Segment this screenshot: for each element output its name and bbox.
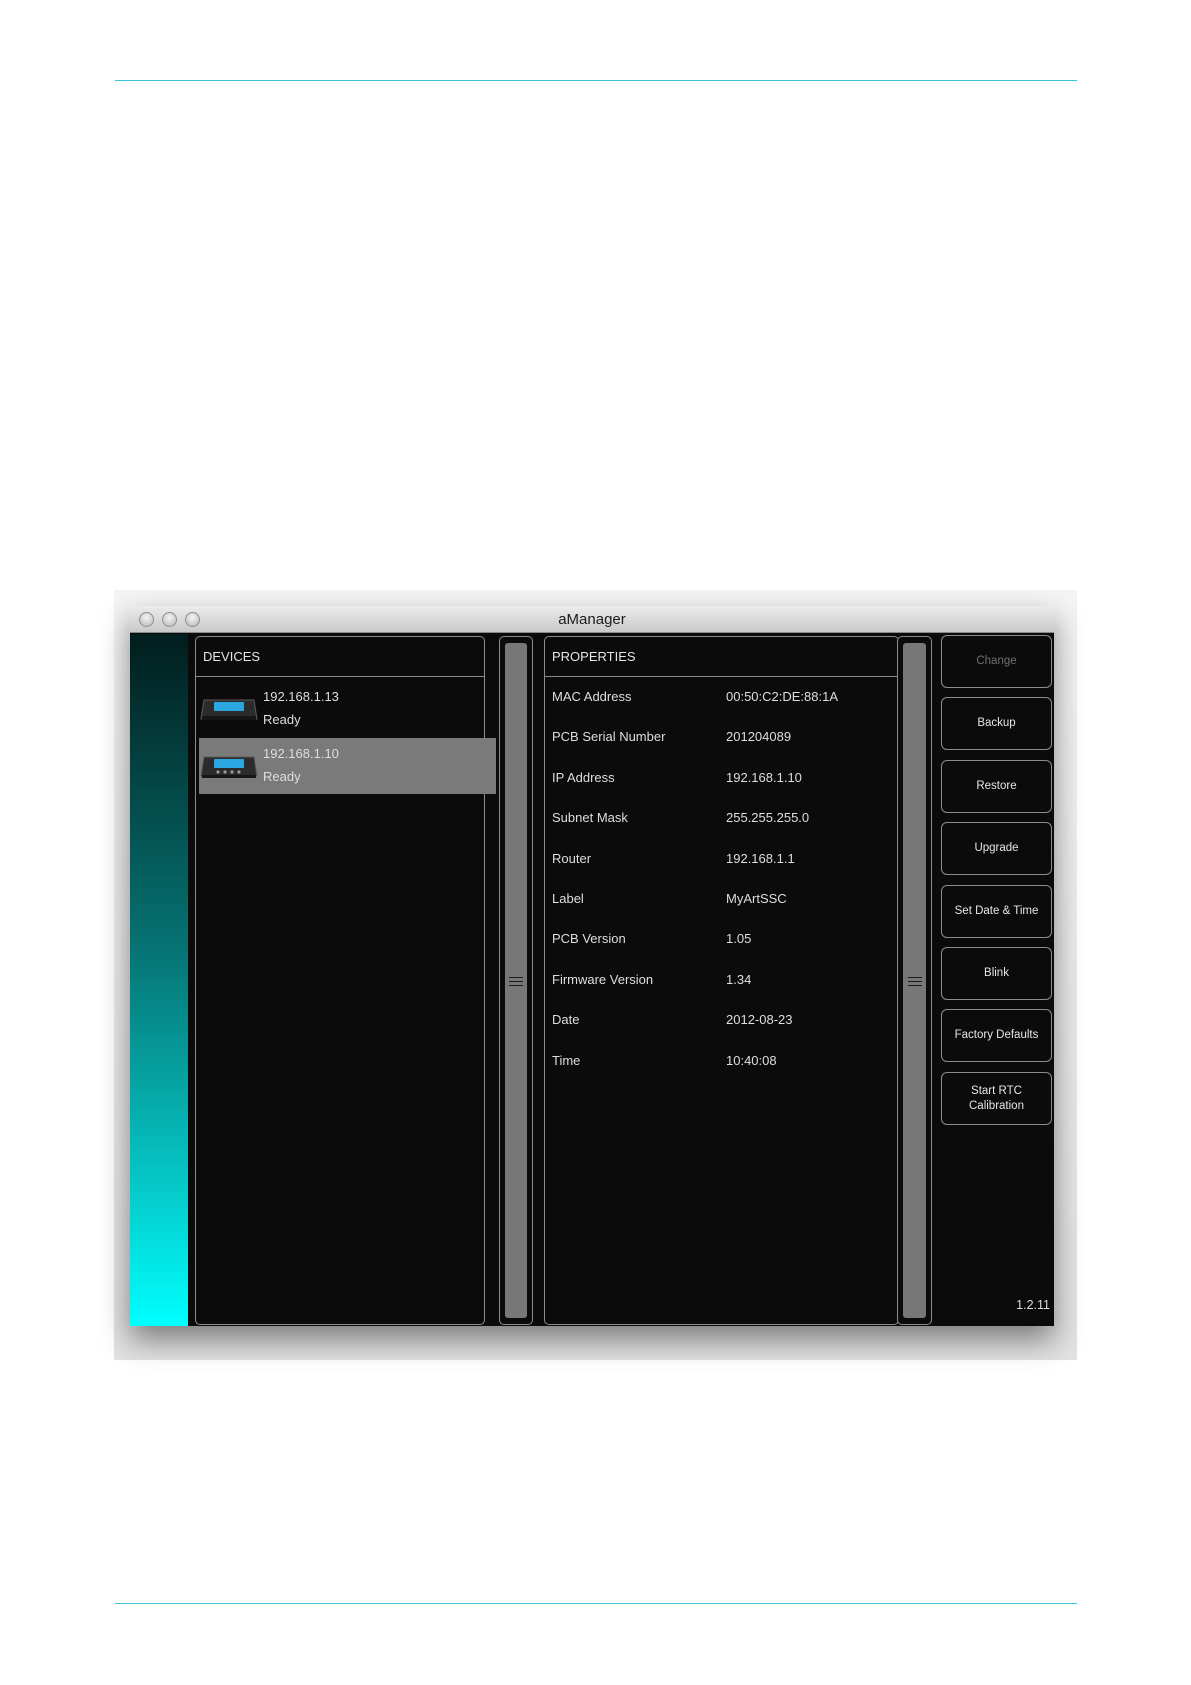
property-label: Time [552,1053,581,1068]
property-label: PCB Version [552,931,626,946]
backup-button[interactable]: Backup [941,697,1052,750]
property-value: 201204089 [726,729,792,744]
properties-scrollbar[interactable] [897,636,932,1325]
grip-handle-icon [509,976,523,986]
app-version: 1.2.11 [1016,1298,1050,1312]
device-icon [200,699,258,720]
property-label: Label [552,891,584,906]
property-label: Router [552,851,592,866]
devices-scrollbar[interactable] [499,636,533,1325]
device-ip: 192.168.1.10 [263,746,339,761]
change-button[interactable]: Change [941,635,1052,688]
property-row: Firmware Version 1.34 [545,972,900,992]
property-row: Date 2012-08-23 [545,1012,900,1032]
devices-scroll-thumb[interactable] [505,643,527,1318]
device-status: Ready [263,712,301,727]
property-row: MAC Address 00:50:C2:DE:88:1A [545,689,900,709]
page-top-rule [115,80,1077,81]
property-label: Subnet Mask [552,810,628,825]
window-title: aManager [558,611,626,628]
grip-handle-icon [907,976,922,986]
device-row-1[interactable]: 192.168.1.13 Ready [199,681,496,737]
property-label: IP Address [552,770,615,785]
device-ip: 192.168.1.13 [263,689,339,704]
property-value: 1.34 [726,972,752,987]
devices-panel: DEVICES 192.168.1.13 Ready 192.168.1.10 … [195,636,496,1325]
upgrade-button[interactable]: Upgrade [941,822,1052,875]
property-label: Date [552,1012,580,1027]
restore-button[interactable]: Restore [941,760,1052,813]
accent-gradient-strip [130,634,188,1326]
device-status: Ready [263,769,301,784]
property-value: MyArtSSC [726,891,787,906]
property-value: 1.05 [726,931,752,946]
device-row-2-selected[interactable]: 192.168.1.10 Ready [199,738,496,794]
properties-header: PROPERTIES [545,637,898,677]
properties-panel: PROPERTIES MAC Address 00:50:C2:DE:88:1A… [544,636,899,1325]
property-value: 192.168.1.1 [726,851,795,866]
property-row: IP Address 192.168.1.10 [545,770,900,790]
start-rtc-calibration-button[interactable]: Start RTC Calibration [941,1072,1052,1125]
property-label: MAC Address [552,689,632,704]
property-value: 2012-08-23 [726,1012,793,1027]
property-row: Subnet Mask 255.255.255.0 [545,810,900,830]
property-value: 00:50:C2:DE:88:1A [726,689,839,704]
property-row: Time 10:40:08 [545,1053,900,1073]
factory-defaults-button[interactable]: Factory Defaults [941,1009,1052,1062]
property-row: Router 192.168.1.1 [545,851,900,871]
properties-scroll-thumb[interactable] [903,643,926,1318]
set-date-time-button[interactable]: Set Date & Time [941,885,1052,938]
property-value: 10:40:08 [726,1053,777,1068]
property-row: Label MyArtSSC [545,891,900,911]
page-bottom-rule [115,1603,1077,1604]
property-label: Firmware Version [552,972,654,987]
property-value: 192.168.1.10 [726,770,802,785]
amanager-window: aManager DEVICES 192.168.1.13 Ready 192.… [130,606,1054,1326]
devices-header: DEVICES [196,637,484,677]
property-row: PCB Version 1.05 [545,931,900,951]
property-row: PCB Serial Number 201204089 [545,729,900,749]
title-bar[interactable]: aManager [130,606,1054,633]
blink-button[interactable]: Blink [941,947,1052,1000]
property-label: PCB Serial Number [552,729,666,744]
device-icon [200,756,258,778]
property-value: 255.255.255.0 [726,810,810,825]
